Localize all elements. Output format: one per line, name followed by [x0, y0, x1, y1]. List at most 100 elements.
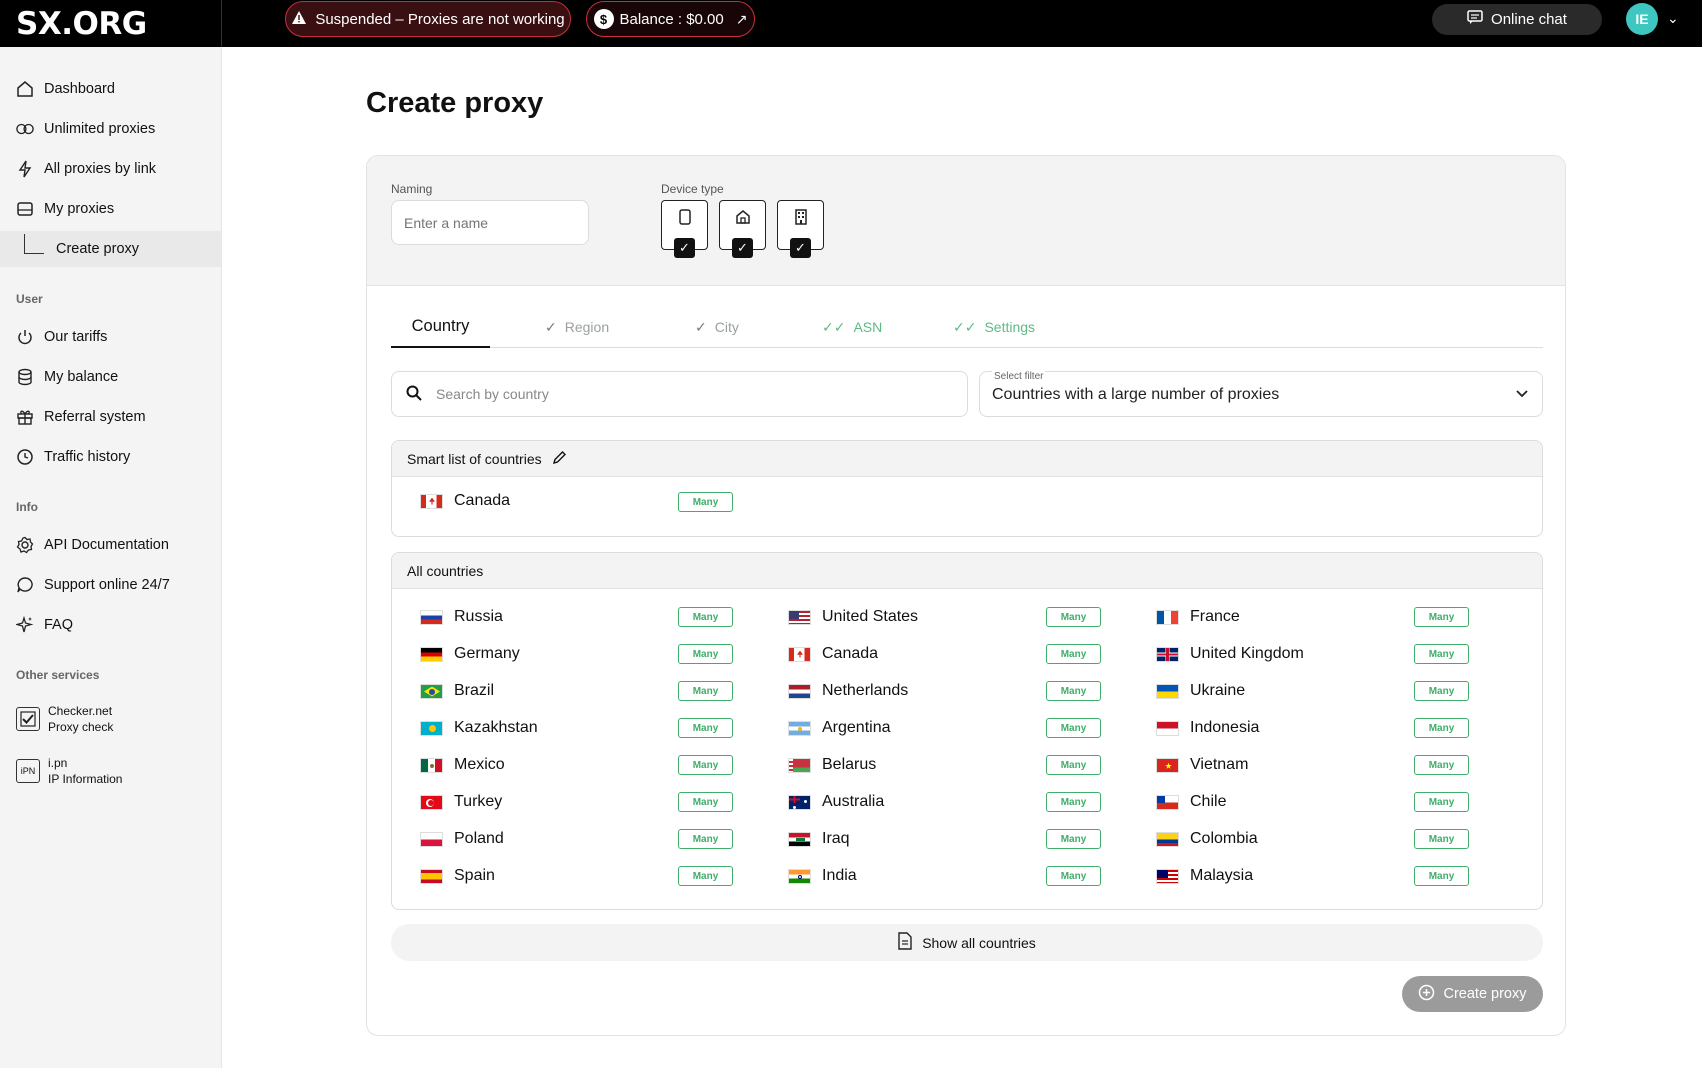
many-badge: Many: [1414, 755, 1469, 775]
service-description: Proxy check: [48, 720, 114, 734]
france-flag-icon: [1156, 609, 1179, 625]
tab-asn[interactable]: ✓✓ ASN: [822, 306, 882, 348]
spain-flag-icon: [420, 868, 443, 884]
sidebar-item-my-balance[interactable]: My balance: [0, 359, 221, 395]
country-name: United States: [822, 608, 919, 625]
sidebar-item-our-tariffs[interactable]: Our tariffs: [0, 319, 221, 355]
building-icon: [794, 209, 808, 230]
show-all-countries-button[interactable]: Show all countries: [391, 924, 1543, 961]
check-icon: ✓: [545, 318, 557, 335]
turkey-flag-icon: [420, 794, 443, 810]
sidebar-item-faq[interactable]: FAQ: [0, 607, 221, 643]
arrow-up-right-icon: ↗: [735, 10, 748, 27]
sidebar-item-label: My balance: [44, 369, 119, 385]
country-name: Spain: [454, 867, 495, 884]
many-badge: Many: [1046, 866, 1101, 886]
double-check-icon: ✓✓: [822, 318, 846, 335]
warning-icon: [291, 10, 307, 29]
sidebar-item-label: Referral system: [44, 409, 146, 425]
many-badge: Many: [678, 755, 733, 775]
tab-country[interactable]: Country: [391, 306, 490, 348]
sidebar-item-all-proxies-by-link[interactable]: All proxies by link: [0, 151, 221, 187]
checkbox-checked-icon[interactable]: ✓: [732, 238, 753, 258]
many-badge: Many: [1414, 681, 1469, 701]
country-name: Chile: [1190, 793, 1227, 810]
create-proxy-button[interactable]: Create proxy: [1402, 976, 1543, 1012]
many-badge: Many: [1046, 829, 1101, 849]
sidebar-item-unlimited-proxies[interactable]: Unlimited proxies: [0, 111, 221, 147]
sidebar-item-api-documentation[interactable]: API Documentation: [0, 527, 221, 563]
many-badge: Many: [678, 829, 733, 849]
document-icon: [898, 932, 912, 953]
chat-icon: [1467, 10, 1483, 29]
belarus-flag-icon: [788, 757, 811, 773]
checkbox-checked-icon[interactable]: ✓: [790, 238, 811, 258]
country-search-input[interactable]: Search by country: [391, 371, 968, 417]
sidebar-item-referral-system[interactable]: Referral system: [0, 399, 221, 435]
filter-select[interactable]: Select filter Countries with a large num…: [979, 371, 1543, 417]
sidebar-item-label: All proxies by link: [44, 161, 157, 177]
pencil-icon[interactable]: [552, 450, 567, 468]
avatar[interactable]: IE: [1626, 3, 1658, 35]
smart-list-header: Smart list of countries: [392, 441, 1542, 477]
country-name: Russia: [454, 608, 503, 625]
country-name: Vietnam: [1190, 756, 1249, 773]
chile-flag-icon: [1156, 794, 1179, 810]
checkbox-checked-icon[interactable]: ✓: [674, 238, 695, 258]
service-ipn[interactable]: iPN i.pn IP Information: [16, 755, 122, 787]
sidebar-item-support-online[interactable]: Support online 24/7: [0, 567, 221, 603]
united-states-flag-icon: [788, 609, 811, 625]
balance-button[interactable]: $ Balance : $0.00 ↗: [586, 1, 755, 37]
sidebar-item-traffic-history[interactable]: Traffic history: [0, 439, 221, 475]
australia-flag-icon: [788, 794, 811, 810]
many-badge: Many: [1046, 644, 1101, 664]
tab-settings[interactable]: ✓✓ Settings: [953, 306, 1035, 348]
home-icon: [16, 80, 34, 98]
mexico-flag-icon: [420, 757, 443, 773]
chevron-down-icon[interactable]: ⌄: [1667, 10, 1679, 27]
house-icon: [735, 209, 751, 230]
name-input[interactable]: [391, 200, 589, 245]
device-type-label: Device type: [661, 182, 724, 196]
device-mobile-toggle[interactable]: ✓: [661, 200, 708, 258]
tab-city[interactable]: ✓ City: [695, 306, 739, 348]
poland-flag-icon: [420, 831, 443, 847]
smart-list-panel: Smart list of countries Canada Many: [391, 440, 1543, 537]
tab-label: ASN: [853, 319, 883, 335]
country-name: Indonesia: [1190, 719, 1260, 736]
lightning-icon: [16, 160, 34, 178]
service-description: IP Information: [48, 772, 123, 786]
create-proxy-card: Naming Device type ✓ ✓ ✓ Country ✓ Regio…: [366, 155, 1566, 1036]
service-checker-net[interactable]: Checker.net Proxy check: [16, 703, 113, 735]
ipn-logo-icon: iPN: [16, 759, 40, 783]
sidebar-item-my-proxies[interactable]: My proxies: [0, 191, 221, 227]
many-badge: Many: [678, 718, 733, 738]
vietnam-flag-icon: [1156, 757, 1179, 773]
all-countries-header: All countries: [392, 553, 1542, 589]
gear-icon: [16, 536, 34, 554]
sidebar-item-label: Traffic history: [44, 449, 131, 465]
filter-value: Countries with a large number of proxies: [992, 386, 1280, 403]
country-name: France: [1190, 608, 1240, 625]
sidebar-item-create-proxy[interactable]: Create proxy: [0, 231, 221, 267]
device-datacenter-toggle[interactable]: ✓: [777, 200, 824, 258]
sidebar-item-label: Create proxy: [56, 241, 140, 257]
sidebar-item-dashboard[interactable]: Dashboard: [0, 71, 221, 107]
ukraine-flag-icon: [1156, 683, 1179, 699]
section-other-services: Other services: [16, 668, 100, 682]
all-countries-panel: All countries Russia Many Germany Many Brazi…: [391, 552, 1543, 910]
service-name: i.pn: [48, 756, 68, 770]
checker-logo-icon: [16, 707, 40, 731]
suspended-status-button[interactable]: Suspended – Proxies are not working: [285, 1, 571, 37]
device-residential-toggle[interactable]: ✓: [719, 200, 766, 258]
online-chat-button[interactable]: Online chat: [1432, 4, 1602, 35]
country-name: Australia: [822, 793, 885, 810]
country-name: Poland: [454, 830, 504, 847]
country-name: Germany: [454, 645, 520, 662]
country-name: Colombia: [1190, 830, 1258, 847]
search-icon: [406, 385, 422, 404]
country-name: Iraq: [822, 830, 850, 847]
tab-region[interactable]: ✓ Region: [545, 306, 609, 348]
logo[interactable]: SX.ORG: [16, 6, 147, 42]
plus-circle-icon: [1418, 984, 1435, 1005]
